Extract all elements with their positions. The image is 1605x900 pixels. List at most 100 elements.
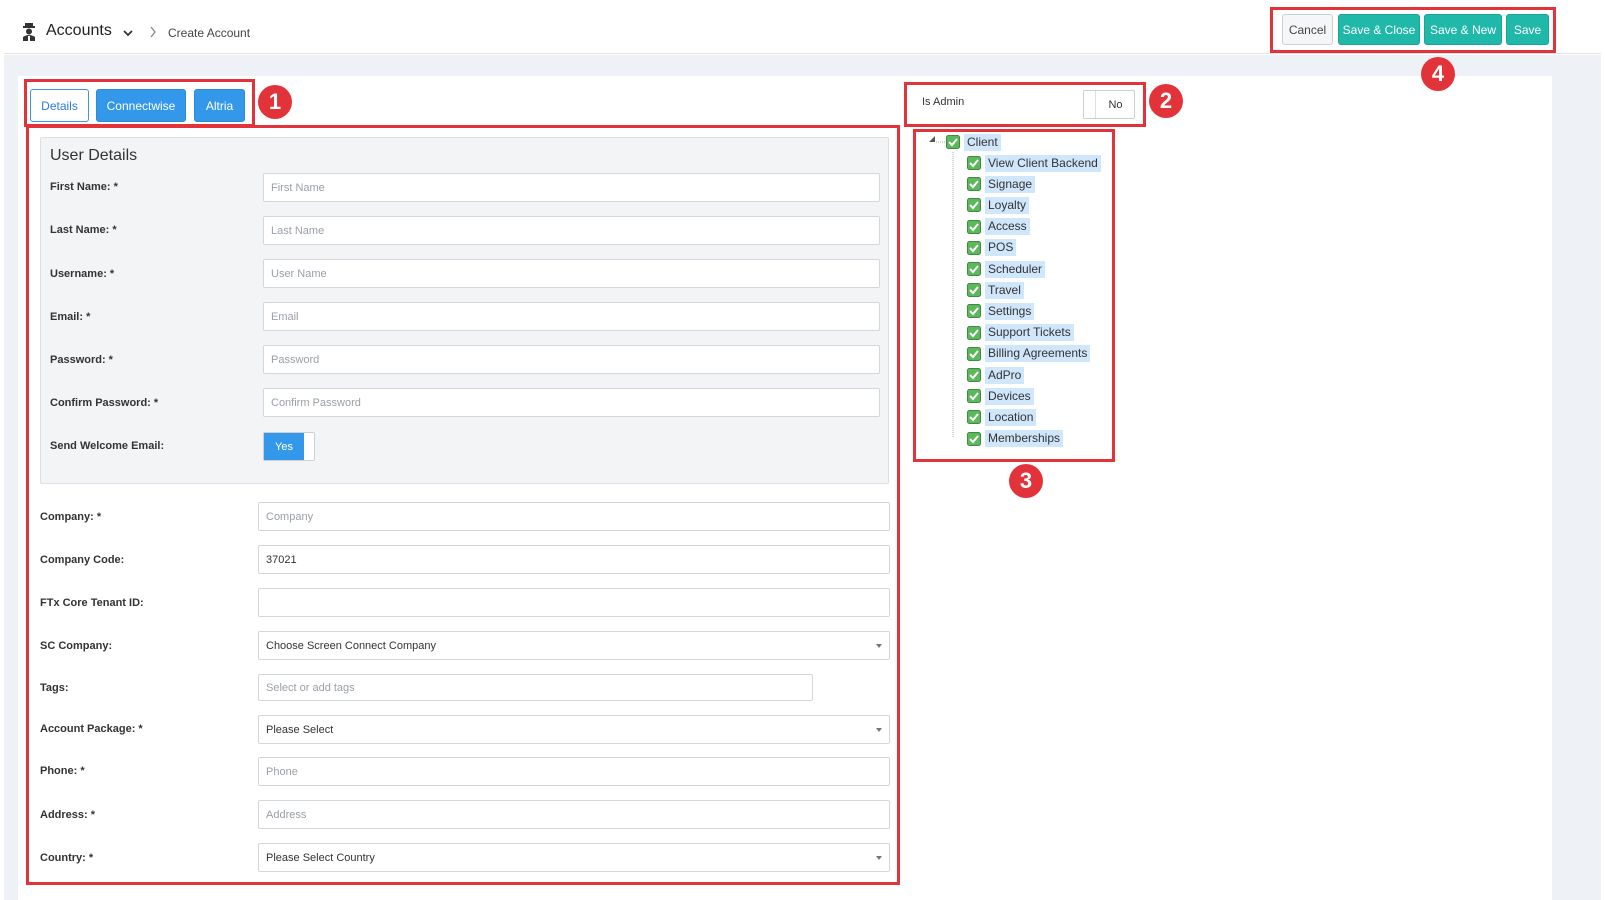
password-input[interactable]	[263, 345, 880, 374]
send-welcome-label: Send Welcome Email:	[50, 440, 165, 452]
checkbox-checked-icon[interactable]	[967, 346, 981, 361]
country-select[interactable]: Please Select Country	[258, 843, 890, 872]
tree-item-label: View Client Backend	[985, 154, 1101, 172]
tags-input[interactable]	[258, 674, 813, 701]
checkbox-checked-icon[interactable]	[967, 325, 981, 340]
tree-item-label: Client	[964, 133, 1001, 151]
checkbox-checked-icon[interactable]	[967, 304, 981, 319]
breadcrumb-accounts[interactable]: Accounts	[46, 22, 112, 40]
username-label: Username: *	[50, 268, 115, 280]
checkbox-checked-icon[interactable]	[967, 262, 981, 276]
tree-connector-lines	[929, 136, 954, 438]
send-welcome-toggle[interactable]: Yes	[263, 432, 315, 461]
accounts-icon	[23, 23, 35, 41]
sc-company-value: Choose Screen Connect Company	[266, 639, 436, 652]
confirm-password-label: Confirm Password: *	[50, 397, 159, 409]
tab-details[interactable]: Details	[30, 89, 89, 122]
save-close-button[interactable]: Save & Close	[1338, 14, 1420, 45]
tab-connectwise[interactable]: Connectwise	[96, 89, 186, 122]
caret-down-icon	[876, 728, 882, 732]
toggle-knob	[1084, 91, 1096, 118]
tags-label: Tags:	[40, 682, 69, 694]
is-admin-toggle[interactable]: No	[1083, 90, 1135, 119]
marker-4: 4	[1421, 57, 1455, 91]
tree-item-adpro[interactable]: AdPro	[967, 365, 1025, 385]
is-admin-label: Is Admin	[922, 96, 965, 108]
breadcrumb-current: Create Account	[168, 26, 251, 40]
tree-item-view-client-backend[interactable]: View Client Backend	[967, 153, 1101, 173]
marker-1: 1	[258, 85, 292, 119]
tree-item-label: Access	[985, 218, 1030, 236]
tree-item-memberships[interactable]: Memberships	[967, 429, 1064, 449]
tree-item-label: Billing Agreements	[985, 345, 1091, 363]
checkbox-checked-icon[interactable]	[967, 156, 981, 170]
checkbox-checked-icon[interactable]	[946, 135, 960, 149]
user-details-title: User Details	[50, 147, 138, 164]
caret-down-icon	[876, 644, 882, 648]
tree-item-signage[interactable]: Signage	[967, 174, 1036, 194]
checkbox-checked-icon[interactable]	[967, 198, 981, 213]
tree-item-access[interactable]: Access	[967, 217, 1030, 237]
phone-input[interactable]	[258, 757, 890, 786]
tree-item-scheduler[interactable]: Scheduler	[967, 259, 1046, 279]
username-input[interactable]	[263, 259, 880, 288]
tree-item-devices[interactable]: Devices	[967, 386, 1034, 406]
account-package-value: Please Select	[266, 723, 334, 736]
tree-item-label: Memberships	[985, 430, 1064, 448]
toggle-no: No	[1108, 98, 1123, 111]
tree-item-billing-agreements[interactable]: Billing Agreements	[967, 344, 1091, 364]
tree-item-travel[interactable]: Travel	[967, 280, 1024, 300]
tree-item-settings[interactable]: Settings	[967, 301, 1035, 321]
address-input[interactable]	[258, 800, 890, 829]
checkbox-checked-icon[interactable]	[967, 389, 981, 404]
country-value: Please Select Country	[266, 851, 375, 864]
company-code-input[interactable]	[258, 545, 890, 574]
first-name-input[interactable]	[263, 173, 880, 202]
company-input[interactable]	[258, 502, 890, 531]
company-label: Company: *	[40, 511, 102, 523]
phone-label: Phone: *	[40, 765, 85, 777]
checkbox-checked-icon[interactable]	[967, 431, 981, 446]
email-label: Email: *	[50, 311, 91, 323]
checkbox-checked-icon[interactable]	[967, 240, 981, 255]
toggle-yes: Yes	[264, 433, 304, 460]
tenant-id-input[interactable]	[258, 588, 890, 617]
address-label: Address: *	[40, 809, 96, 821]
tree-item-label: Loyalty	[985, 196, 1030, 214]
account-package-label: Account Package: *	[40, 723, 143, 735]
sc-company-label: SC Company:	[40, 640, 113, 652]
country-label: Country: *	[40, 852, 94, 864]
sc-company-select[interactable]: Choose Screen Connect Company	[258, 631, 890, 660]
marker-3: 3	[1009, 464, 1043, 498]
checkbox-checked-icon[interactable]	[967, 177, 981, 192]
tree-item-loyalty[interactable]: Loyalty	[967, 195, 1030, 215]
checkbox-checked-icon[interactable]	[967, 368, 981, 382]
tree-item-label: Travel	[985, 281, 1024, 299]
tree-item-support-tickets[interactable]: Support Tickets	[967, 323, 1074, 343]
checkbox-checked-icon[interactable]	[967, 283, 981, 298]
save-new-button[interactable]: Save & New	[1424, 14, 1502, 45]
tree-item-label: Support Tickets	[985, 324, 1074, 342]
confirm-password-input[interactable]	[263, 388, 880, 417]
chevron-down-icon[interactable]	[123, 28, 133, 38]
tree-item-label: Scheduler	[985, 260, 1046, 278]
caret-down-icon	[876, 856, 882, 860]
checkbox-checked-icon[interactable]	[967, 219, 981, 234]
password-label: Password: *	[50, 354, 113, 366]
tree-item-location[interactable]: Location	[967, 407, 1037, 427]
tree-item-label: Signage	[985, 175, 1036, 193]
company-code-label: Company Code:	[40, 554, 125, 566]
marker-2: 2	[1149, 84, 1183, 118]
email-input[interactable]	[263, 302, 880, 331]
tab-altria[interactable]: Altria	[194, 89, 245, 122]
save-button[interactable]: Save	[1506, 14, 1549, 45]
tree-item-client[interactable]: Client	[946, 132, 1001, 152]
last-name-input[interactable]	[263, 216, 880, 245]
last-name-label: Last Name: *	[50, 224, 117, 236]
cancel-button[interactable]: Cancel	[1282, 14, 1333, 45]
tenant-id-label: FTx Core Tenant ID:	[40, 597, 144, 609]
tree-item-label: Devices	[985, 387, 1034, 405]
tree-item-pos[interactable]: POS	[967, 238, 1017, 258]
checkbox-checked-icon[interactable]	[967, 410, 981, 425]
account-package-select[interactable]: Please Select	[258, 715, 890, 744]
